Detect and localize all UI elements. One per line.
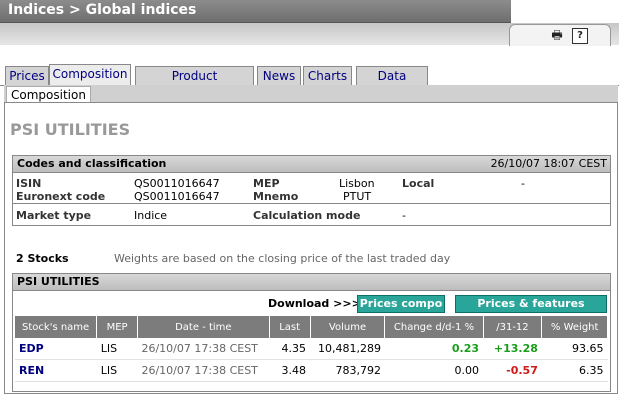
mnemo-value: PTUT [343, 190, 372, 203]
tab-composition[interactable]: Composition [49, 64, 131, 86]
stock-mep: LIS [96, 359, 138, 382]
stocks-table: Stock's name MEP Date - time Last Volume… [15, 316, 608, 382]
tab-data-centre[interactable]: Data centre [356, 66, 428, 101]
printer-icon[interactable]: 🖶 [550, 28, 564, 42]
help-icon[interactable]: ? [572, 28, 588, 44]
col-ytd[interactable]: /31-12 [483, 316, 543, 338]
stock-link-ren[interactable]: REN [19, 364, 44, 377]
market-type-value: Indice [134, 209, 168, 222]
tab-product-information[interactable]: Product information [135, 66, 254, 101]
stock-volume: 10,481,289 [310, 338, 385, 360]
codes-heading-label: Codes and classification [17, 157, 167, 170]
col-stock-name[interactable]: Stock's name [15, 316, 98, 338]
local-value: - [521, 177, 525, 190]
page-header-title: Indices > Global indices [8, 2, 197, 18]
toolbar-folder-tab: 🖶 ? [509, 24, 611, 46]
col-volume[interactable]: Volume [310, 316, 386, 338]
calc-mode-value: - [402, 209, 406, 222]
stock-weight: 93.65 [541, 338, 608, 360]
stock-ytd: +13.28 [483, 338, 542, 360]
col-change[interactable]: Change d/d-1 % [384, 316, 484, 338]
subtab-bar: Composition [4, 85, 618, 103]
table-row: EDP LIS 26/10/07 17:38 CEST 4.35 10,481,… [15, 338, 608, 360]
isin-label: ISIN [16, 177, 42, 190]
mep-label: MEP [253, 177, 280, 190]
col-last[interactable]: Last [269, 316, 311, 338]
stock-ytd: -0.57 [483, 359, 542, 382]
col-mep[interactable]: MEP [96, 316, 138, 338]
stock-change: 0.23 [384, 338, 483, 360]
prices-compo-button[interactable]: Prices compo [357, 295, 445, 313]
isin-value: QS0011016647 [134, 177, 220, 190]
tab-prices[interactable]: Prices [5, 66, 49, 85]
stock-last: 4.35 [269, 338, 311, 360]
table-header-row: Stock's name MEP Date - time Last Volume… [15, 316, 608, 338]
euronext-label: Euronext code [16, 190, 106, 203]
weights-note: Weights are based on the closing price o… [114, 252, 451, 265]
stock-datetime: 26/10/07 17:38 CEST [137, 359, 270, 382]
stock-last: 3.48 [269, 359, 311, 382]
stocks-heading-label: PSI UTILITIES [17, 275, 100, 288]
table-row: REN LIS 26/10/07 17:38 CEST 3.48 783,792… [15, 359, 608, 382]
codes-date: 26/10/07 18:07 CEST [490, 157, 607, 170]
col-date-time[interactable]: Date - time [137, 316, 270, 338]
title-bar: Indices > Global indices [0, 0, 619, 23]
stock-weight: 6.35 [541, 359, 608, 382]
mep-value: Lisbon [339, 177, 375, 190]
page-title: PSI UTILITIES [10, 120, 131, 139]
calc-mode-label: Calculation mode [253, 209, 361, 222]
title-bar-notch [511, 0, 619, 23]
tab-news[interactable]: News [257, 66, 301, 85]
subtab-composition[interactable]: Composition [6, 86, 91, 103]
stock-link-edp[interactable]: EDP [19, 342, 44, 355]
col-weight[interactable]: % Weight [541, 316, 608, 338]
download-label: Download >>>> [268, 297, 371, 310]
codes-section: Codes and classification 26/10/07 18:07 … [12, 155, 611, 226]
stock-datetime: 26/10/07 17:38 CEST [137, 338, 270, 360]
stock-volume: 783,792 [310, 359, 385, 382]
stocks-heading: PSI UTILITIES [13, 274, 610, 291]
codes-divider [13, 203, 610, 204]
toolbar: 🖶 ? [0, 23, 619, 46]
codes-heading: Codes and classification 26/10/07 18:07 … [13, 156, 610, 173]
mnemo-label: Mnemo [253, 190, 299, 203]
stock-mep: LIS [96, 338, 138, 360]
market-type-label: Market type [16, 209, 92, 222]
local-label: Local [402, 177, 435, 190]
tab-charts[interactable]: Charts [303, 66, 352, 85]
euronext-value: QS0011016647 [134, 190, 220, 203]
stock-change: 0.00 [384, 359, 483, 382]
prices-features-compo-button[interactable]: Prices & features compo [455, 295, 607, 326]
main-tabs: Prices Composition Product information N… [0, 64, 619, 101]
stocks-count: 2 Stocks [16, 252, 69, 265]
